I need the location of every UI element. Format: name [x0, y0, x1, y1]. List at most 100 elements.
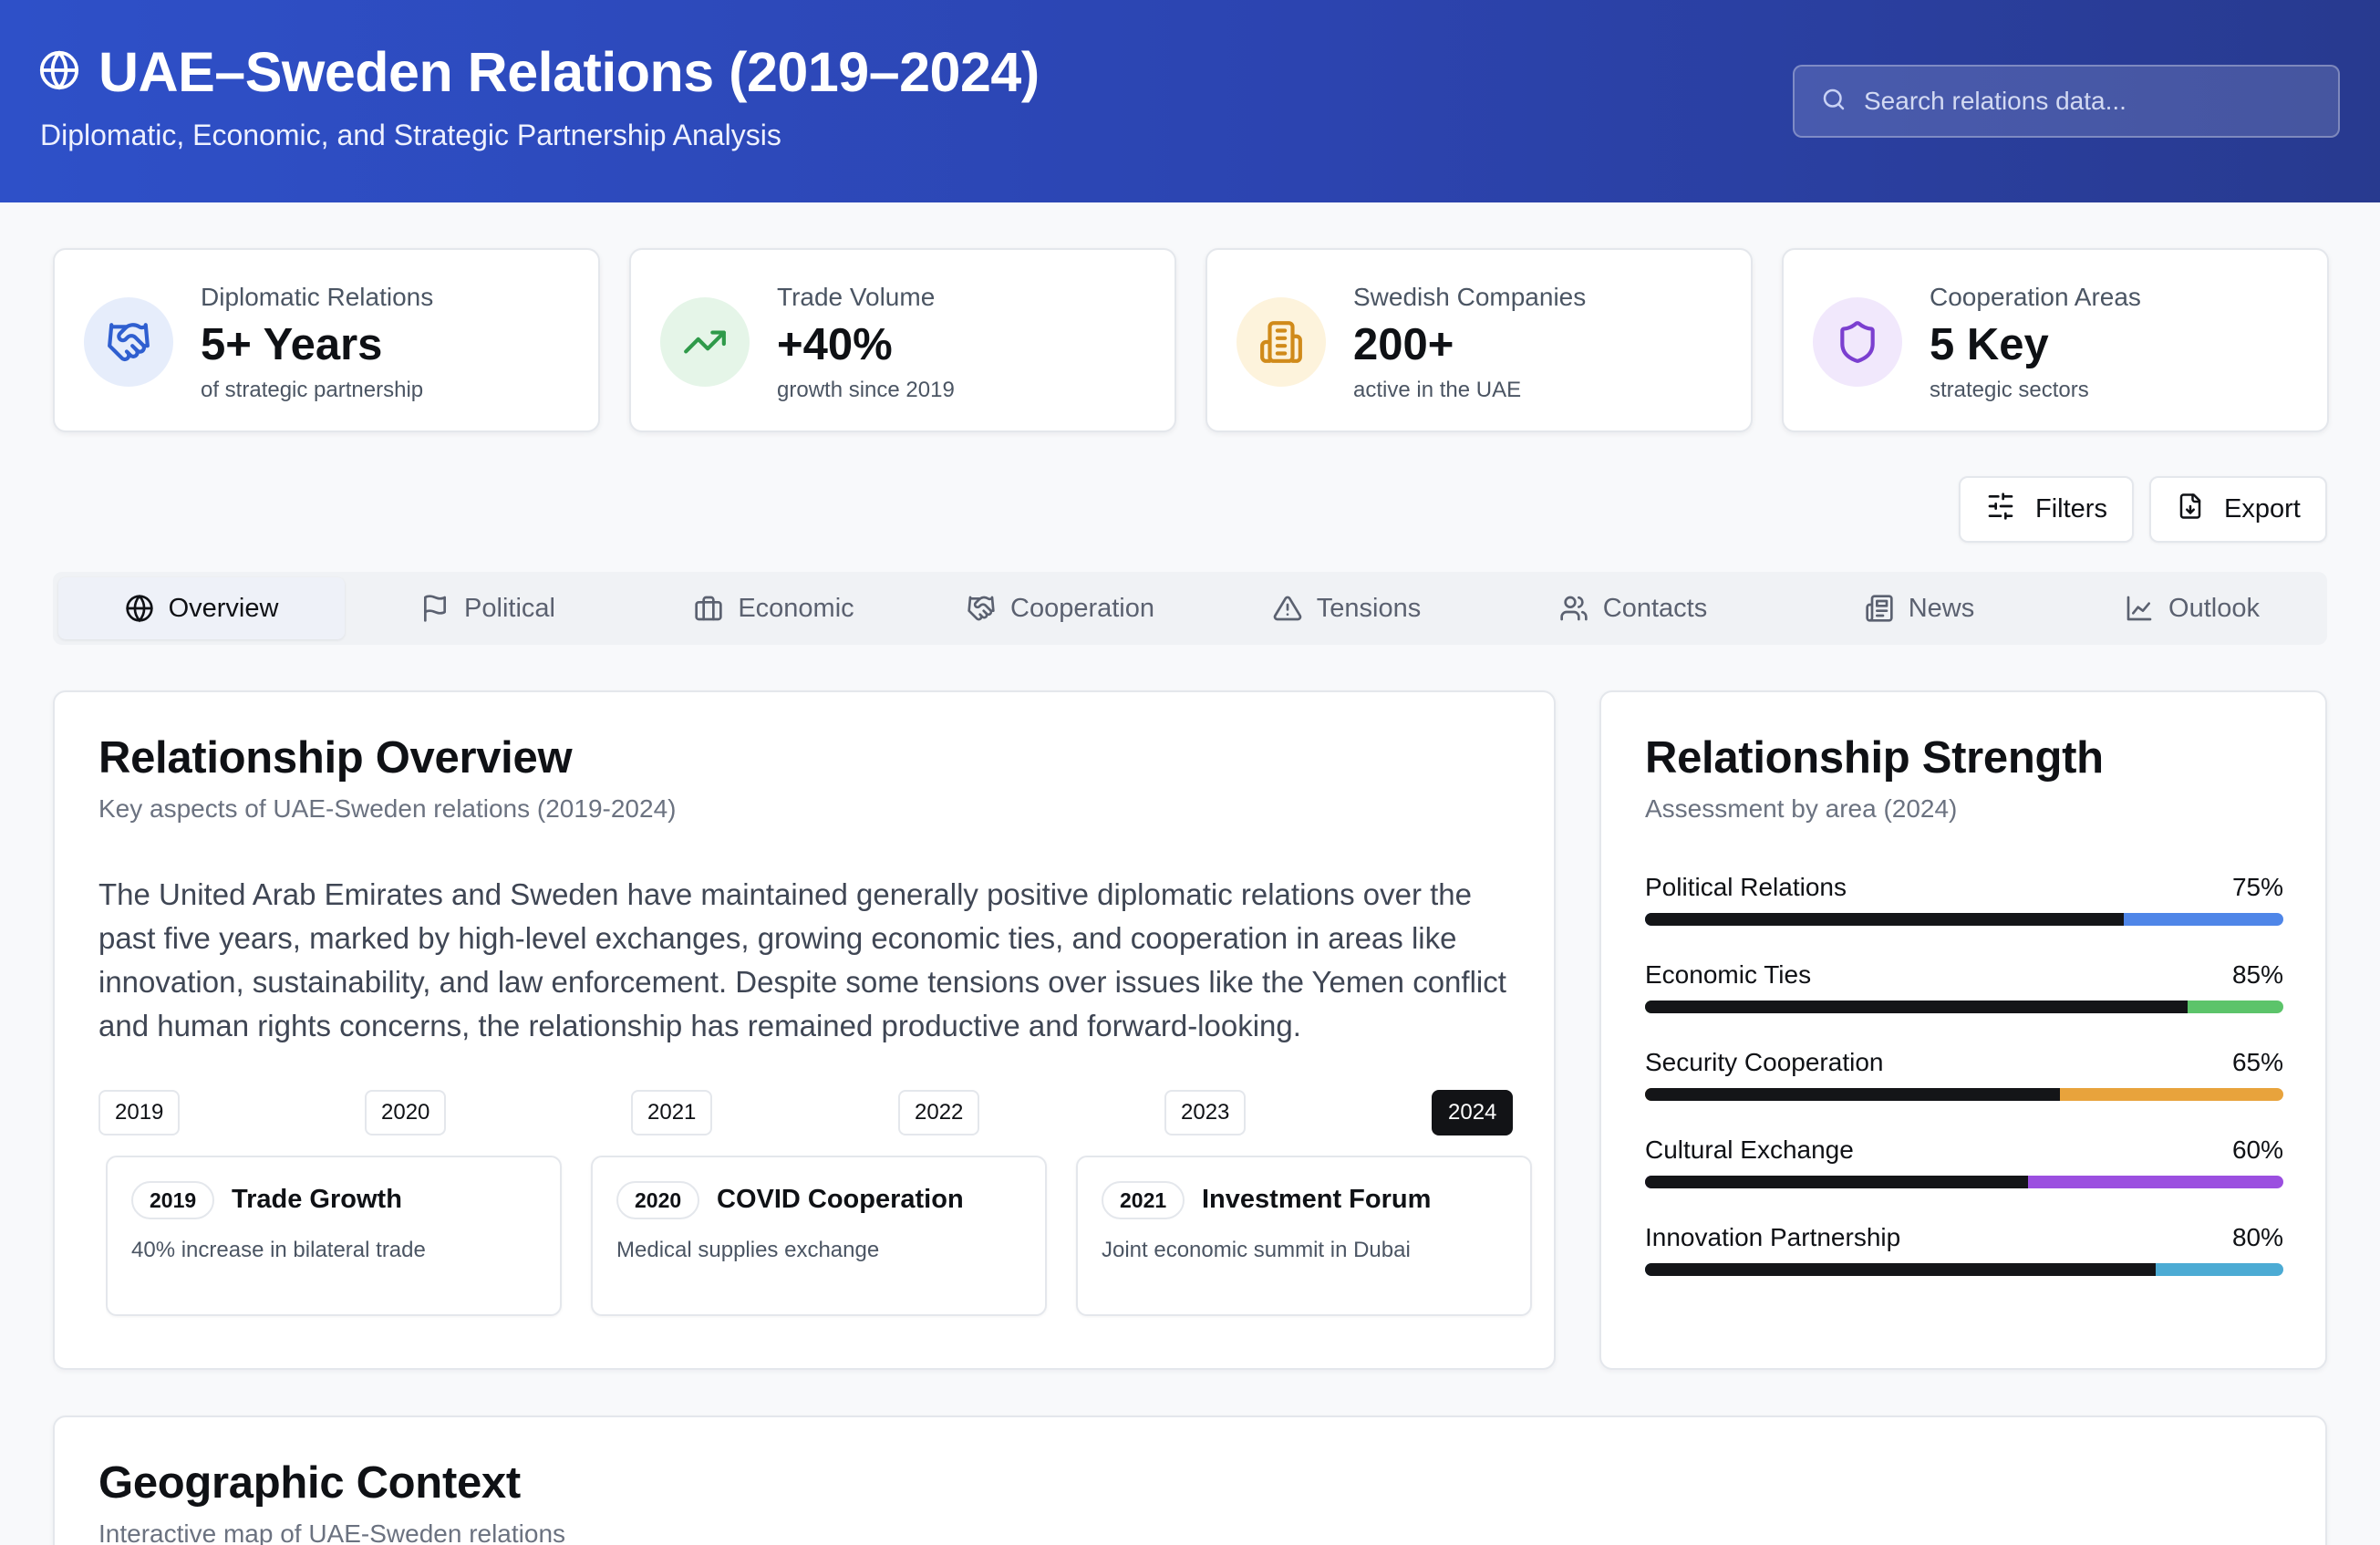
tab-label: Tensions	[1316, 593, 1422, 623]
event-year-badge: 2021	[1102, 1181, 1185, 1219]
overview-subtitle: Key aspects of UAE-Sweden relations (201…	[98, 794, 677, 823]
stat-subtext: of strategic partnership	[201, 378, 424, 402]
stat-value: 5+ Years	[201, 320, 383, 369]
strength-subtitle: Assessment by area (2024)	[1645, 794, 1958, 823]
timeline-event-card[interactable]: 2020 COVID Cooperation Medical supplies …	[591, 1156, 1047, 1316]
tab-label: Political	[464, 593, 555, 623]
page-title: UAE–Sweden Relations (2019–2024)	[98, 41, 1040, 103]
tab-label: Overview	[168, 593, 279, 623]
event-title: Investment Forum	[1202, 1185, 1432, 1214]
flag-icon	[424, 595, 447, 622]
stat-subtext: growth since 2019	[777, 378, 955, 402]
event-title: COVID Cooperation	[717, 1185, 964, 1214]
strength-bar-fill	[1645, 913, 2124, 926]
globe-icon	[38, 49, 80, 96]
tab-political[interactable]: Political	[345, 577, 631, 639]
tab-cooperation[interactable]: Cooperation	[917, 577, 1204, 639]
strength-label: Innovation Partnership	[1645, 1223, 1901, 1251]
stat-card-trade: Trade Volume +40% growth since 2019	[629, 248, 1176, 432]
strength-percent: 65%	[2231, 1048, 2283, 1076]
stat-label: Trade Volume	[777, 283, 936, 311]
year-chip-2021[interactable]: 2021	[631, 1090, 713, 1135]
year-chip-2020[interactable]: 2020	[365, 1090, 447, 1135]
file-download-icon	[2177, 492, 2204, 528]
year-chip-2023[interactable]: 2023	[1164, 1090, 1247, 1135]
stat-card-diplomatic: Diplomatic Relations 5+ Years of strateg…	[53, 248, 600, 432]
geo-subtitle: Interactive map of UAE-Sweden relations	[98, 1519, 566, 1545]
timeline-event-card[interactable]: 2021 Investment Forum Joint economic sum…	[1076, 1156, 1532, 1316]
trending-up-icon	[660, 297, 750, 387]
event-year-badge: 2020	[616, 1181, 700, 1219]
newspaper-icon	[1866, 595, 1893, 622]
stat-label: Cooperation Areas	[1930, 283, 2141, 311]
page-subtitle: Diplomatic, Economic, and Strategic Part…	[40, 119, 781, 151]
strength-percent: 85%	[2231, 960, 2283, 989]
sliders-icon	[1986, 492, 2015, 528]
handshake-icon	[84, 297, 173, 387]
overview-title: Relationship Overview	[98, 733, 573, 783]
event-description: Medical supplies exchange	[616, 1238, 880, 1262]
briefcase-icon	[695, 596, 722, 621]
tab-outlook[interactable]: Outlook	[2063, 577, 2322, 639]
geo-panel: Geographic Context Interactive map of UA…	[53, 1415, 2327, 1545]
strength-bar-fill	[1645, 1088, 2060, 1101]
tab-tensions[interactable]: Tensions	[1204, 577, 1490, 639]
tab-label: Contacts	[1602, 593, 1708, 623]
strength-bar	[1645, 1176, 2283, 1188]
stat-subtext: strategic sectors	[1930, 378, 2089, 402]
year-chip-2022[interactable]: 2022	[898, 1090, 980, 1135]
year-chip-2024[interactable]: 2024	[1432, 1090, 1514, 1135]
strength-percent: 80%	[2231, 1223, 2283, 1251]
handshake-icon	[968, 596, 995, 621]
tab-economic[interactable]: Economic	[631, 577, 917, 639]
strength-panel: Relationship Strength Assessment by area…	[1599, 690, 2327, 1370]
stat-label: Swedish Companies	[1353, 283, 1587, 311]
stat-card-companies: Swedish Companies 200+ active in the UAE	[1206, 248, 1753, 432]
users-icon	[1560, 596, 1588, 621]
strength-label: Cultural Exchange	[1645, 1135, 1854, 1164]
filters-button[interactable]: Filters	[1959, 476, 2134, 543]
strength-percent: 75%	[2231, 873, 2283, 901]
strength-bar	[1645, 913, 2283, 926]
page-header: UAE–Sweden Relations (2019–2024) Diploma…	[0, 0, 2380, 202]
search-input[interactable]	[1864, 87, 2320, 116]
timeline-event-card[interactable]: 2019 Trade Growth 40% increase in bilate…	[106, 1156, 562, 1316]
strength-bar-fill	[1645, 1263, 2156, 1276]
strength-bar-fill	[1645, 1176, 2028, 1188]
strength-bar	[1645, 1088, 2283, 1101]
tab-news[interactable]: News	[1776, 577, 2063, 639]
tab-label: News	[1908, 593, 1975, 623]
overview-panel: Relationship Overview Key aspects of UAE…	[53, 690, 1556, 1370]
tab-overview[interactable]: Overview	[58, 577, 345, 639]
stat-value: 5 Key	[1930, 320, 2049, 369]
stat-value: 200+	[1353, 320, 1454, 369]
event-description: 40% increase in bilateral trade	[131, 1238, 426, 1262]
strength-bar	[1645, 1263, 2283, 1276]
year-chip-2019[interactable]: 2019	[98, 1090, 181, 1135]
globe-icon	[125, 595, 153, 623]
strength-label: Political Relations	[1645, 873, 1847, 901]
tab-contacts[interactable]: Contacts	[1490, 577, 1776, 639]
tab-bar: Overview Political Economic Cooperation …	[53, 572, 2327, 645]
strength-label: Economic Ties	[1645, 960, 1812, 989]
tab-label: Outlook	[2168, 593, 2260, 623]
line-chart-icon	[2126, 596, 2152, 621]
stat-value: +40%	[777, 320, 893, 369]
filters-label: Filters	[2035, 494, 2107, 524]
warning-icon	[1273, 596, 1302, 621]
tab-label: Cooperation	[1010, 593, 1154, 623]
geo-title: Geographic Context	[98, 1458, 521, 1508]
export-button[interactable]: Export	[2149, 476, 2327, 543]
stat-label: Diplomatic Relations	[201, 283, 434, 311]
strength-percent: 60%	[2231, 1135, 2283, 1164]
timeline-events: 2019 Trade Growth 40% increase in bilate…	[106, 1156, 1565, 1320]
tab-label: Economic	[738, 593, 854, 623]
strength-label: Security Cooperation	[1645, 1048, 1884, 1076]
stat-subtext: active in the UAE	[1353, 378, 1522, 402]
search-icon	[1820, 86, 1847, 118]
event-year-badge: 2019	[131, 1181, 215, 1219]
event-description: Joint economic summit in Dubai	[1102, 1238, 1411, 1262]
export-label: Export	[2224, 494, 2301, 524]
search-box[interactable]	[1793, 65, 2340, 138]
header-title: UAE–Sweden Relations (2019–2024)	[38, 40, 1040, 104]
